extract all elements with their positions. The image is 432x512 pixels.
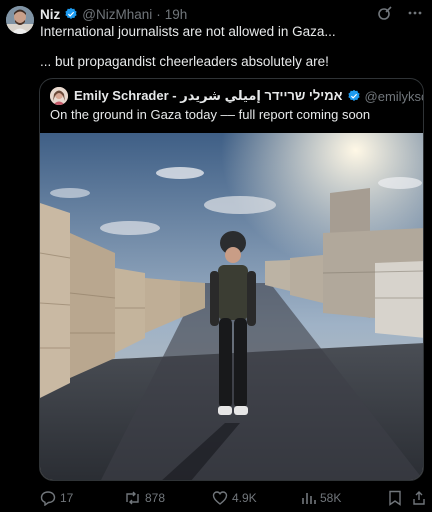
quoted-tweet-photo[interactable] xyxy=(40,133,424,481)
reply-icon xyxy=(40,491,56,506)
views-button[interactable]: 58K xyxy=(300,488,341,508)
quoted-author-handle[interactable]: @emilykschrader xyxy=(365,89,423,104)
views-icon xyxy=(302,493,316,504)
quoted-tweet-header: Emily Schrader - אמילי שריידר إميلي شريد… xyxy=(74,87,423,105)
views-count: 58K xyxy=(320,491,342,505)
verified-icon xyxy=(65,7,77,19)
like-button[interactable]: 4.9K xyxy=(212,488,257,508)
share-icon xyxy=(413,491,425,505)
like-icon xyxy=(212,491,228,505)
quoted-author-avatar[interactable] xyxy=(50,87,68,105)
repost-count: 878 xyxy=(145,491,166,505)
quoted-tweet[interactable]: Emily Schrader - אמילי שריידר إميلي شريد… xyxy=(39,78,424,481)
share-button[interactable] xyxy=(412,488,426,508)
tweet-text-line-1: International journalists are not allowe… xyxy=(40,24,336,39)
reply-button[interactable]: 17 xyxy=(40,488,73,508)
verified-icon xyxy=(347,89,360,101)
action-bar: 17 878 4.9K 58K xyxy=(40,488,426,508)
author-avatar[interactable] xyxy=(6,6,34,34)
tweet-text-line-2: ... but propagandist cheerleaders absolu… xyxy=(40,54,329,69)
quoted-tweet-text: On the ground in Gaza today –– full repo… xyxy=(50,107,371,122)
like-count: 4.9K xyxy=(232,491,257,505)
quoted-author-name[interactable]: Emily Schrader - אמילי שריידר إميلي شريد… xyxy=(74,88,343,104)
separator-dot: · xyxy=(156,6,161,22)
tweet-time[interactable]: 19h xyxy=(165,7,188,22)
top-right-icons xyxy=(376,4,424,22)
repost-button[interactable]: 878 xyxy=(124,488,165,508)
bookmark-button[interactable] xyxy=(388,488,402,508)
more-icon[interactable] xyxy=(406,4,424,22)
grok-icon[interactable] xyxy=(376,4,394,22)
author-name[interactable]: Niz xyxy=(40,7,60,22)
repost-icon xyxy=(126,491,139,505)
author-handle[interactable]: @NizMhani xyxy=(82,7,152,22)
tweet-header: Niz @NizMhani · 19h xyxy=(40,5,187,23)
reply-count: 17 xyxy=(60,491,74,505)
bookmark-icon xyxy=(389,490,401,506)
